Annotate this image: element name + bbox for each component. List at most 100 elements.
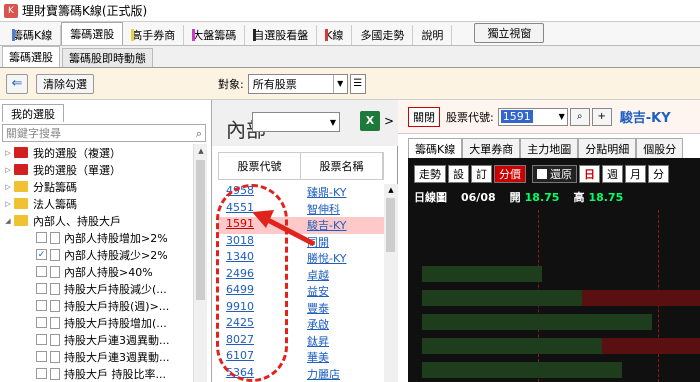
- stock-name-link[interactable]: 勝悅-KY: [301, 250, 384, 267]
- tree-item[interactable]: 持股大戶持股(週)>...: [2, 297, 192, 314]
- stock-code-link[interactable]: 4958: [218, 184, 301, 201]
- left-scrollbar[interactable]: ▲: [193, 144, 207, 382]
- checkbox[interactable]: [36, 351, 47, 362]
- table-row[interactable]: 1591 駿吉-KY: [218, 217, 384, 234]
- stock-code-input[interactable]: 1591 ▼: [497, 107, 568, 126]
- tab-stock-detail-1[interactable]: 大單券商: [462, 138, 521, 158]
- table-row[interactable]: 6107 華美: [218, 349, 384, 366]
- tab-main-7[interactable]: 說明: [413, 25, 453, 45]
- tab-my-selections[interactable]: 我的選股: [2, 104, 64, 122]
- price-distribution-button[interactable]: 分價: [494, 165, 526, 183]
- tree-item[interactable]: 持股大戶持股增加(...: [2, 314, 192, 331]
- tab-sub-1[interactable]: 籌碼股即時動態: [62, 48, 153, 67]
- table-row[interactable]: 5364 力麗店: [218, 366, 384, 382]
- tree-item[interactable]: 持股大戶持股減少(...: [2, 280, 192, 297]
- stock-name-link[interactable]: 力麗店: [301, 366, 384, 382]
- checkbox[interactable]: [36, 232, 47, 243]
- checkbox[interactable]: [36, 368, 47, 379]
- period-button[interactable]: 日: [579, 165, 600, 183]
- stock-code-link[interactable]: 6107: [218, 349, 301, 366]
- tab-main-5[interactable]: K線: [317, 25, 353, 45]
- minute-button[interactable]: 分: [648, 165, 669, 183]
- search-input[interactable]: 關鍵字搜尋 ⌕: [2, 124, 206, 142]
- chart-toolbar-button[interactable]: 設: [448, 165, 469, 183]
- tree-item[interactable]: ✓ 內部人持股減少>2%: [2, 246, 192, 263]
- close-button[interactable]: 關閉: [408, 106, 440, 127]
- tree-item[interactable]: ▷ 我的選股（單選）: [2, 161, 192, 178]
- stock-name-link[interactable]: 華美: [301, 349, 384, 366]
- tab-main-4[interactable]: 自選股看盤: [245, 25, 318, 45]
- tab-main-0[interactable]: 籌碼K線: [4, 25, 62, 45]
- tree-item[interactable]: ◢ 內部人、持股大戶: [2, 212, 192, 229]
- table-row[interactable]: 2425 承啟: [218, 316, 384, 333]
- checkbox[interactable]: [36, 300, 47, 311]
- table-row[interactable]: 2496 卓越: [218, 267, 384, 284]
- checkbox[interactable]: [36, 283, 47, 294]
- kline-chart-area[interactable]: 走勢設訂分價 還原日週月分 日線圖 06/08 開 18.75 高 18.75: [408, 158, 700, 382]
- stock-name-link[interactable]: 豐泰: [301, 300, 384, 317]
- checkbox[interactable]: [36, 334, 47, 345]
- search-button[interactable]: ⌕: [569, 107, 590, 126]
- tab-main-1[interactable]: 籌碼選股: [61, 22, 124, 45]
- excel-icon[interactable]: X: [360, 111, 380, 131]
- restore-checkbox[interactable]: 還原: [532, 165, 577, 183]
- stock-name-link[interactable]: 卓越: [301, 267, 384, 284]
- stock-name-link[interactable]: 駿吉-KY: [301, 217, 384, 234]
- tab-stock-detail-3[interactable]: 分點明細: [578, 138, 637, 158]
- column-stock-name[interactable]: 股票名稱: [301, 153, 383, 179]
- add-button[interactable]: +: [591, 107, 612, 126]
- table-row[interactable]: 9910 豐泰: [218, 300, 384, 317]
- table-row[interactable]: 1340 勝悅-KY: [218, 250, 384, 267]
- collapsed-arrow-icon[interactable]: ▷: [2, 183, 14, 191]
- clear-selection-button[interactable]: 清除勾選: [36, 73, 94, 94]
- checkbox[interactable]: [36, 317, 47, 328]
- stock-code-link[interactable]: 6499: [218, 283, 301, 300]
- scroll-thumb[interactable]: [386, 198, 395, 252]
- tree-item[interactable]: ▷ 法人籌碼: [2, 195, 192, 212]
- expanded-arrow-icon[interactable]: ◢: [2, 217, 14, 225]
- menu-button[interactable]: ☰: [349, 73, 366, 94]
- tab-sub-0[interactable]: 籌碼選股: [2, 46, 60, 67]
- period-button[interactable]: 月: [625, 165, 646, 183]
- table-row[interactable]: 4958 臻鼎-KY: [218, 184, 384, 201]
- result-filter-select[interactable]: ▼: [252, 112, 340, 132]
- scroll-up-icon[interactable]: ▲: [194, 144, 208, 158]
- tab-stock-detail-4[interactable]: 個股分: [636, 138, 684, 158]
- tree-item[interactable]: 持股大戶連3週異動...: [2, 331, 192, 348]
- search-icon[interactable]: ⌕: [196, 127, 202, 141]
- stock-name-link[interactable]: 智伸科: [301, 201, 384, 218]
- stock-code-link[interactable]: 8027: [218, 333, 301, 350]
- stock-code-link[interactable]: 2496: [218, 267, 301, 284]
- collapsed-arrow-icon[interactable]: ▷: [2, 149, 14, 157]
- checkbox[interactable]: [36, 266, 47, 277]
- target-select[interactable]: 所有股票 ▼: [247, 73, 348, 94]
- chart-toolbar-button[interactable]: 訂: [471, 165, 492, 183]
- back-arrow-button[interactable]: ⇐: [6, 73, 28, 94]
- result-scrollbar[interactable]: ▲: [384, 184, 398, 382]
- collapsed-arrow-icon[interactable]: ▷: [2, 166, 14, 174]
- scroll-up-icon[interactable]: ▲: [384, 184, 398, 196]
- stock-name-link[interactable]: 承啟: [301, 316, 384, 333]
- table-row[interactable]: 3018 同開: [218, 234, 384, 251]
- stock-code-link[interactable]: 5364: [218, 366, 301, 382]
- stock-code-link[interactable]: 4551: [218, 201, 301, 218]
- tree-item[interactable]: ▷ 我的選股（複選）: [2, 144, 192, 161]
- standalone-window-button[interactable]: 獨立視窗: [474, 23, 545, 43]
- tree-item[interactable]: 內部人持股增加>2%: [2, 229, 192, 246]
- table-row[interactable]: 8027 鈦昇: [218, 333, 384, 350]
- stock-name-link[interactable]: 臻鼎-KY: [301, 184, 384, 201]
- collapsed-arrow-icon[interactable]: ▷: [2, 200, 14, 208]
- scroll-thumb[interactable]: [196, 160, 205, 300]
- column-stock-code[interactable]: 股票代號: [219, 153, 301, 179]
- tree-item[interactable]: 持股大戶 持股比率...: [2, 365, 192, 382]
- tab-stock-detail-2[interactable]: 主力地圖: [520, 138, 579, 158]
- tree-item[interactable]: ▷ 分點籌碼: [2, 178, 192, 195]
- tab-main-3[interactable]: 大盤籌碼: [184, 25, 246, 45]
- checkbox[interactable]: ✓: [36, 249, 47, 260]
- table-row[interactable]: 6499 益安: [218, 283, 384, 300]
- tab-main-6[interactable]: 多國走勢: [352, 25, 414, 45]
- tab-stock-detail-0[interactable]: 籌碼K線: [408, 138, 463, 158]
- period-button[interactable]: 週: [602, 165, 623, 183]
- chart-toolbar-button[interactable]: 走勢: [414, 165, 446, 183]
- stock-name-link[interactable]: 鈦昇: [301, 333, 384, 350]
